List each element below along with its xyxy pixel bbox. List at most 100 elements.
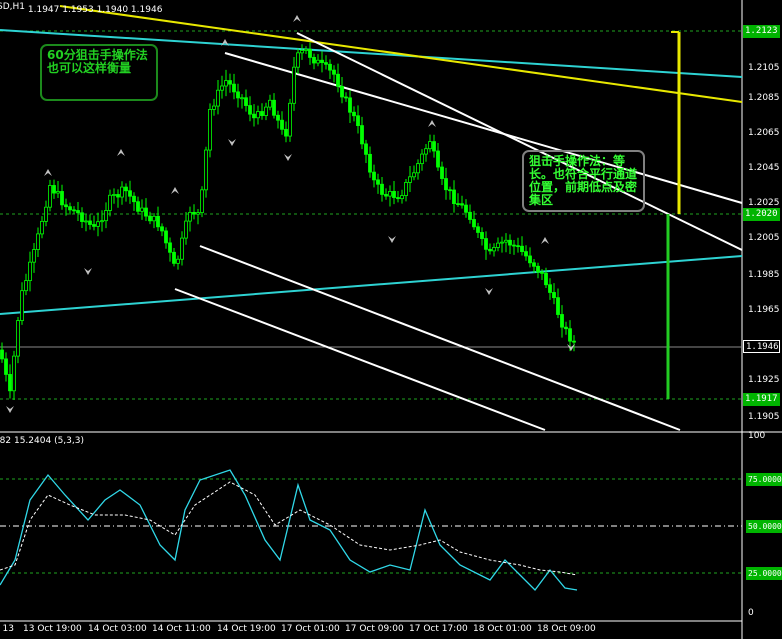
candle-body [396, 197, 400, 200]
candle-body [104, 210, 108, 222]
candle-body [548, 284, 552, 293]
candle-body [508, 239, 512, 246]
candle-body [100, 220, 104, 223]
candle-body [452, 189, 456, 205]
candle-body [12, 355, 16, 392]
candle-body [428, 141, 432, 150]
candle-body [372, 171, 376, 181]
candle-body [204, 149, 208, 191]
time-label-first: 13 Oct 11:00 [0, 624, 14, 634]
candle-body [456, 203, 460, 206]
candle-body [232, 83, 236, 93]
candle-body [344, 96, 348, 99]
candle-body [272, 99, 276, 116]
candle-body [336, 73, 340, 87]
cyan-support-line [0, 255, 743, 315]
candle-body [444, 178, 448, 191]
candle-body [468, 211, 472, 220]
candle-body [276, 114, 280, 121]
candle-body [40, 220, 44, 235]
candle-body [504, 239, 508, 243]
stoch-tag-50: 50.0000 [746, 520, 782, 533]
indicator-values: (5,3,3) 15.2404 23.6982 [0, 436, 84, 446]
stoch-signal-line [0, 481, 578, 576]
candle-body [260, 111, 264, 116]
price-axis-label: 1.2105 [748, 63, 780, 73]
candle-body [312, 57, 316, 64]
candle-body [248, 105, 252, 115]
candle-body [532, 262, 536, 267]
candle-body [176, 258, 180, 264]
candle-body [572, 340, 576, 343]
price-tag-top: 1.2123 [743, 25, 780, 38]
candle-body [328, 63, 332, 71]
fractal-down-arrow [228, 139, 236, 146]
candle-body [292, 66, 296, 104]
candle-body [296, 52, 300, 68]
candle-body [0, 349, 4, 360]
candle-body [448, 189, 452, 192]
annotation-note-60min[interactable]: 60分狙击手操作法也可以这样衡量 [40, 44, 158, 101]
candle-body [460, 203, 464, 206]
candle-body [224, 80, 228, 87]
fractal-up-arrow [541, 237, 549, 244]
candle-body [8, 374, 12, 392]
candle-body [400, 195, 404, 200]
candle-body [556, 297, 560, 315]
price-tag-current: 1.1946 [743, 340, 780, 353]
channel-lower-b [174, 288, 546, 431]
candle-body [148, 215, 152, 222]
time-label: 17 Oct 17:00 [409, 624, 468, 634]
stoch-axis-min: 0 [748, 608, 754, 618]
candle-body [488, 248, 492, 252]
candle-body [340, 85, 344, 98]
candle-body [72, 209, 76, 212]
candle-body [376, 179, 380, 185]
candle-body [196, 212, 200, 215]
candle-body [80, 212, 84, 222]
candle-body [436, 150, 440, 168]
price-axis-label: 1.1985 [748, 270, 780, 280]
annotation-note-sniper[interactable]: 狙击手操作法：等长。也符合平行通道位置，前期低点及密集区 [522, 150, 645, 212]
candle-body [96, 221, 100, 227]
candle-body [480, 232, 484, 239]
channel-lower-a [199, 245, 681, 431]
price-axis-label: 1.2065 [748, 128, 780, 138]
candle-body [20, 290, 24, 321]
candle-body [392, 191, 396, 198]
candle-body [180, 237, 184, 260]
candle-body [168, 242, 172, 253]
stoch-main-line [0, 469, 578, 591]
fractal-down-arrow [84, 268, 92, 275]
yellow-trendline [59, 5, 743, 103]
symbol-timeframe: EURUSD,H1 [0, 2, 25, 12]
price-axis-label: 1.2005 [748, 233, 780, 243]
candle-body [368, 153, 372, 173]
candle-body [388, 191, 392, 197]
candle-body [112, 194, 116, 196]
price-tag-mid: 1.2020 [743, 208, 780, 221]
time-label: 13 Oct 19:00 [23, 624, 82, 634]
candle-body [52, 185, 56, 194]
candle-body [324, 62, 328, 65]
indicator-header: (5,3,3) 15.2404 23.6982 [0, 436, 84, 449]
candle-body [192, 211, 196, 215]
candle-body [440, 166, 444, 179]
candle-body [432, 141, 436, 152]
candle-body [120, 186, 124, 198]
price-axis-label: 1.2085 [748, 93, 780, 103]
candle-body [316, 59, 320, 64]
candle-body [380, 183, 384, 195]
time-label: 18 Oct 01:00 [473, 624, 532, 634]
time-label: 14 Oct 03:00 [88, 624, 147, 634]
candle-body [552, 292, 556, 299]
candle-body [228, 80, 232, 85]
candle-body [424, 148, 428, 155]
candle-body [332, 69, 336, 75]
candle-body [240, 97, 244, 100]
candle-body [492, 247, 496, 252]
candle-body [280, 119, 284, 130]
stoch-tag-25: 25.0000 [746, 567, 782, 580]
time-label: 18 Oct 09:00 [537, 624, 596, 634]
candle-body [16, 320, 20, 357]
